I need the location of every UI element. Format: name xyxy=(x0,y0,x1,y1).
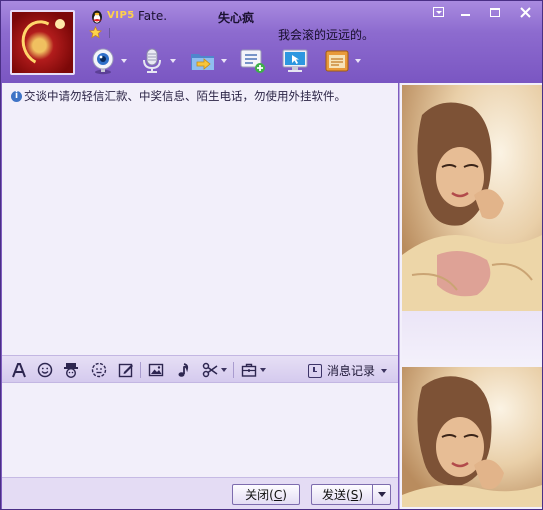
my-show-photo[interactable] xyxy=(402,367,542,507)
avatar-sun-graphic xyxy=(55,19,65,29)
video-call-button[interactable] xyxy=(89,45,127,77)
send-button[interactable]: 发送(S) xyxy=(311,484,373,505)
toolbar-separator xyxy=(233,362,234,378)
message-history-button[interactable]: 消息记录 xyxy=(308,362,388,379)
voice-call-button[interactable] xyxy=(138,45,176,77)
close-window-button[interactable] xyxy=(513,4,537,20)
vip-level-badge[interactable]: VIP5 xyxy=(107,10,135,21)
toolbox-icon xyxy=(241,363,256,377)
buddy-name[interactable]: 失心疯 xyxy=(218,9,254,26)
send-image-button[interactable] xyxy=(147,361,165,379)
wizard-face-icon xyxy=(64,363,78,378)
create-discussion-button[interactable] xyxy=(239,45,267,77)
header-divider xyxy=(109,28,110,38)
message-history-label: 消息记录 xyxy=(327,364,376,378)
chat-add-icon xyxy=(240,49,265,73)
more-tools-button[interactable] xyxy=(239,361,267,379)
qq-chat-window: VIP5 Fate. 失心疯 我会滚的远远的。 i 交谈中请勿轻信汇款、中奖信息… xyxy=(0,0,543,510)
security-notice-text: 交谈中请勿轻信汇款、中奖信息、陌生电话，勿使用外挂软件。 xyxy=(24,89,346,103)
voice-dropdown-icon[interactable] xyxy=(170,59,176,63)
message-history-pane[interactable]: i 交谈中请勿轻信汇款、中奖信息、陌生电话，勿使用外挂软件。 xyxy=(2,83,398,355)
maximize-icon xyxy=(490,7,500,17)
qq-penguin-icon xyxy=(92,10,102,24)
toolbar-separator xyxy=(140,362,141,378)
send-options-dropdown-icon xyxy=(377,492,386,497)
my-nickname: Fate. xyxy=(138,9,168,23)
screenshot-dropdown-icon[interactable] xyxy=(220,368,227,372)
send-options-button[interactable] xyxy=(372,484,391,505)
message-input[interactable] xyxy=(2,383,398,477)
history-dropdown-icon[interactable] xyxy=(381,368,388,373)
send-button-label: 发送 xyxy=(321,488,346,502)
nudge-button[interactable] xyxy=(90,361,108,379)
close-hotkey: C xyxy=(273,487,283,502)
music-button[interactable] xyxy=(174,361,192,379)
shake-icon xyxy=(91,362,107,378)
apps-button[interactable] xyxy=(323,45,361,77)
window-menu-button[interactable] xyxy=(426,4,450,20)
emoji-button[interactable] xyxy=(36,361,54,379)
file-dropdown-icon[interactable] xyxy=(221,59,227,63)
panel-separator xyxy=(402,311,542,367)
chat-header: VIP5 Fate. 失心疯 我会滚的远远的。 xyxy=(1,1,542,83)
input-toolbar: 消息记录 xyxy=(2,355,398,383)
font-icon xyxy=(12,363,26,378)
buddy-show-panel xyxy=(399,83,542,509)
action-bar: 关闭(C) 发送(S) xyxy=(2,477,398,509)
microphone-icon xyxy=(143,48,161,73)
folder-transfer-icon xyxy=(191,54,214,70)
menu-dropdown-icon xyxy=(432,7,444,17)
tools-dropdown-icon[interactable] xyxy=(259,368,266,372)
apps-dropdown-icon[interactable] xyxy=(355,59,361,63)
remote-desktop-button[interactable] xyxy=(281,45,309,77)
image-icon xyxy=(148,363,164,377)
minimize-button[interactable] xyxy=(453,4,477,20)
buddy-show-photo[interactable] xyxy=(402,85,542,311)
music-note-icon xyxy=(178,363,189,377)
app-box-icon xyxy=(325,50,349,72)
magic-emoji-button[interactable] xyxy=(62,361,80,379)
maximize-button[interactable] xyxy=(483,4,507,20)
video-dropdown-icon[interactable] xyxy=(121,59,127,63)
close-button[interactable]: 关闭(C) xyxy=(232,484,300,505)
message-input-area[interactable] xyxy=(2,383,398,477)
screenshot-button[interactable] xyxy=(200,361,228,379)
history-clock-icon xyxy=(308,363,322,378)
info-icon: i xyxy=(11,90,22,102)
send-file-button[interactable] xyxy=(189,45,227,77)
scissors-icon xyxy=(202,362,217,378)
buddy-avatar[interactable] xyxy=(10,10,75,75)
minimize-icon xyxy=(460,14,470,16)
buddy-signature: 我会滚的远远的。 xyxy=(278,28,375,42)
monitor-icon xyxy=(282,49,308,72)
handwriting-button[interactable] xyxy=(117,361,135,379)
send-hotkey: S xyxy=(350,487,359,502)
edit-pen-icon xyxy=(118,363,133,378)
font-button[interactable] xyxy=(10,361,28,379)
security-notice: i 交谈中请勿轻信汇款、中奖信息、陌生电话，勿使用外挂软件。 xyxy=(11,88,346,104)
close-icon xyxy=(519,6,531,18)
level-star-icon[interactable] xyxy=(89,26,102,39)
webcam-icon xyxy=(92,48,114,75)
close-button-label: 关闭 xyxy=(245,488,270,502)
smiley-icon xyxy=(37,362,53,378)
